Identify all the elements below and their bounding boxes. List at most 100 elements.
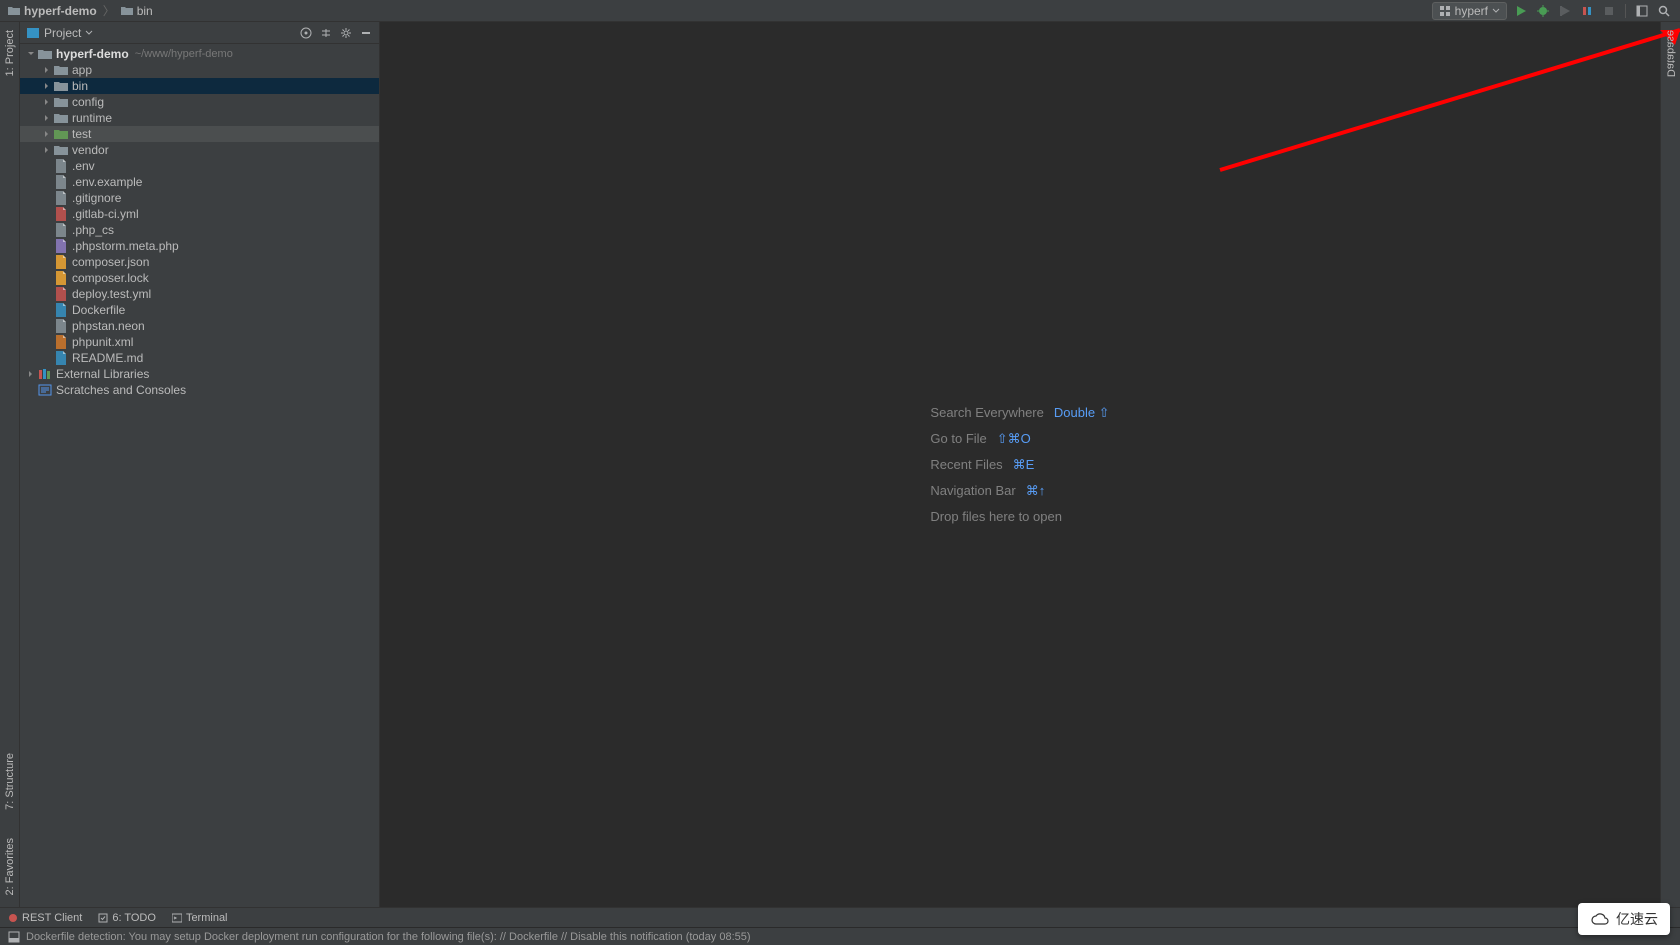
- welcome-screen: Search EverywhereDouble ⇧Go to File ⇧⌘ORe…: [930, 400, 1109, 530]
- cloud-icon: [1590, 912, 1610, 926]
- library-icon: [38, 367, 52, 381]
- main-area: 1: Project 7: Structure 2: Favorites Pro…: [0, 22, 1680, 907]
- tree-file[interactable]: .env.example: [20, 174, 379, 190]
- editor-area[interactable]: Search EverywhereDouble ⇧Go to File ⇧⌘ORe…: [380, 22, 1660, 907]
- scratches-icon: [38, 383, 52, 397]
- folder-icon: [8, 6, 20, 16]
- terminal-icon: [172, 913, 182, 923]
- tree-file[interactable]: .gitlab-ci.yml: [20, 206, 379, 222]
- favorites-tool-tab[interactable]: 2: Favorites: [4, 834, 16, 899]
- welcome-label: Drop files here to open: [930, 504, 1062, 530]
- project-panel-title[interactable]: Project: [26, 26, 293, 40]
- layout-button[interactable]: [1634, 3, 1650, 19]
- tree-file[interactable]: .phpstorm.meta.php: [20, 238, 379, 254]
- welcome-label: Search Everywhere: [930, 400, 1043, 426]
- file-file-icon: [54, 191, 68, 205]
- tree-file[interactable]: README.md: [20, 350, 379, 366]
- welcome-label: Navigation Bar: [930, 478, 1015, 504]
- run-button[interactable]: [1513, 3, 1529, 19]
- tree-scratches[interactable]: Scratches and Consoles: [20, 382, 379, 398]
- tree-arrow-icon[interactable]: [42, 145, 52, 155]
- project-tree[interactable]: hyperf-demo~/www/hyperf-demoappbinconfig…: [20, 44, 379, 907]
- gear-icon[interactable]: [339, 26, 353, 40]
- todo-tab[interactable]: 6: TODO: [98, 912, 156, 924]
- yml-file-icon: [54, 287, 68, 301]
- tree-file[interactable]: .env: [20, 158, 379, 174]
- tree-arrow-icon[interactable]: [26, 369, 36, 379]
- rest-client-tab[interactable]: REST Client: [8, 912, 82, 924]
- tree-file[interactable]: .php_cs: [20, 222, 379, 238]
- welcome-shortcut: ⌘E: [1013, 452, 1035, 478]
- project-tool-window: Project hyperf-demo~/www/hyperf-demoappb…: [20, 22, 380, 907]
- search-everywhere-button[interactable]: [1656, 3, 1672, 19]
- welcome-row: Navigation Bar⌘↑: [930, 478, 1109, 504]
- md-file-icon: [54, 351, 68, 365]
- tree-external-libraries[interactable]: External Libraries: [20, 366, 379, 382]
- tree-root[interactable]: hyperf-demo~/www/hyperf-demo: [20, 46, 379, 62]
- status-icon[interactable]: [8, 931, 20, 943]
- terminal-tab[interactable]: Terminal: [172, 912, 228, 924]
- file-file-icon: [54, 175, 68, 189]
- right-tool-gutter: Database: [1660, 22, 1680, 907]
- coverage-button[interactable]: [1557, 3, 1573, 19]
- tree-file[interactable]: composer.json: [20, 254, 379, 270]
- stop-button[interactable]: [1601, 3, 1617, 19]
- left-tool-gutter: 1: Project 7: Structure 2: Favorites: [0, 22, 20, 907]
- tree-folder-runtime[interactable]: runtime: [20, 110, 379, 126]
- tree-file[interactable]: Dockerfile: [20, 302, 379, 318]
- tree-folder-test[interactable]: test: [20, 126, 379, 142]
- debug-button[interactable]: [1535, 3, 1551, 19]
- breadcrumb-separator: 〉: [103, 2, 115, 19]
- welcome-shortcut: ⇧⌘O: [997, 426, 1031, 452]
- structure-tool-tab[interactable]: 7: Structure: [4, 749, 16, 814]
- welcome-row: Recent Files ⌘E: [930, 452, 1109, 478]
- file-file-icon: [54, 319, 68, 333]
- run-configuration-selector[interactable]: hyperf: [1432, 2, 1507, 20]
- welcome-row: Search EverywhereDouble ⇧: [930, 400, 1109, 426]
- chevron-down-icon: [1492, 7, 1500, 15]
- tree-arrow-icon[interactable]: [42, 129, 52, 139]
- json-file-icon: [54, 255, 68, 269]
- xml-file-icon: [54, 335, 68, 349]
- folder-icon: [54, 143, 68, 157]
- top-navigation-bar: hyperf-demo 〉 bin hyperf: [0, 0, 1680, 22]
- todo-icon: [98, 913, 108, 923]
- attach-button[interactable]: [1579, 3, 1595, 19]
- tree-folder-bin[interactable]: bin: [20, 78, 379, 94]
- annotation-arrow: [1200, 20, 1680, 180]
- tree-file[interactable]: composer.lock: [20, 270, 379, 286]
- breadcrumb: hyperf-demo 〉 bin: [8, 2, 1432, 19]
- project-icon: [26, 27, 40, 39]
- welcome-label: Go to File: [930, 426, 986, 452]
- tree-arrow-icon[interactable]: [42, 65, 52, 75]
- tree-arrow-icon[interactable]: [42, 97, 52, 107]
- folder-icon: [38, 47, 52, 61]
- tree-arrow-icon[interactable]: [42, 81, 52, 91]
- folder-icon: [54, 127, 68, 141]
- tree-folder-vendor[interactable]: vendor: [20, 142, 379, 158]
- tree-folder-app[interactable]: app: [20, 62, 379, 78]
- folder-icon: [54, 95, 68, 109]
- status-message[interactable]: Dockerfile detection: You may setup Dock…: [26, 931, 751, 943]
- json-file-icon: [54, 271, 68, 285]
- tree-arrow-icon[interactable]: [26, 49, 36, 59]
- tree-file[interactable]: .gitignore: [20, 190, 379, 206]
- expand-all-icon[interactable]: [319, 26, 333, 40]
- welcome-label: Recent Files: [930, 452, 1002, 478]
- breadcrumb-root[interactable]: hyperf-demo: [24, 4, 97, 18]
- tree-file[interactable]: deploy.test.yml: [20, 286, 379, 302]
- project-tool-tab[interactable]: 1: Project: [4, 26, 16, 80]
- file-file-icon: [54, 159, 68, 173]
- tree-file[interactable]: phpstan.neon: [20, 318, 379, 334]
- project-panel-header: Project: [20, 22, 379, 44]
- breadcrumb-child[interactable]: bin: [137, 4, 153, 18]
- hide-icon[interactable]: [359, 26, 373, 40]
- tree-file[interactable]: phpunit.xml: [20, 334, 379, 350]
- database-tool-tab[interactable]: Database: [1665, 26, 1677, 81]
- toolbar-right: hyperf: [1432, 2, 1672, 20]
- locate-icon[interactable]: [299, 26, 313, 40]
- tree-folder-config[interactable]: config: [20, 94, 379, 110]
- tree-arrow-icon[interactable]: [42, 113, 52, 123]
- watermark-badge: 亿速云: [1578, 903, 1670, 935]
- folder-icon: [54, 79, 68, 93]
